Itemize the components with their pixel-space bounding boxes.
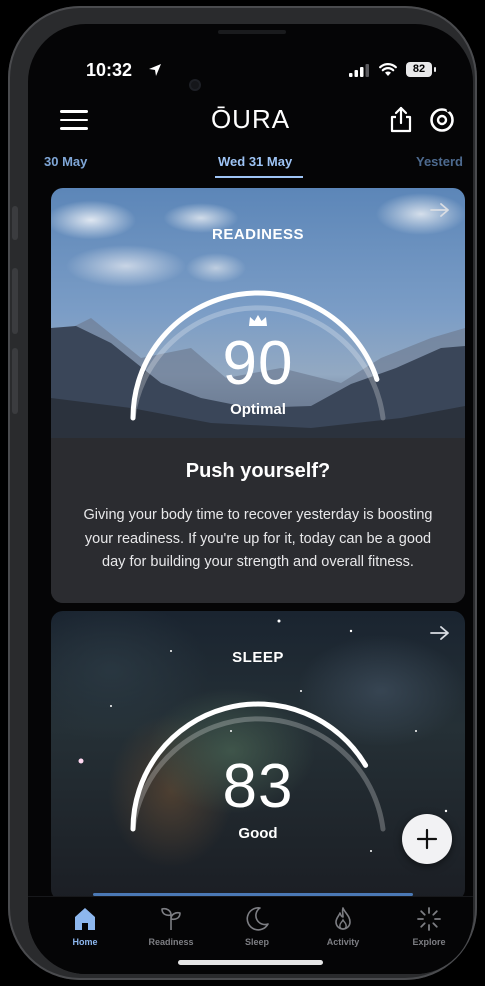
- tab-home[interactable]: Home: [50, 905, 120, 947]
- sparkle-icon: [417, 907, 441, 931]
- home-indicator: [178, 960, 323, 965]
- tab-sleep-label: Sleep: [244, 937, 269, 947]
- volume-down-button: [12, 348, 18, 414]
- readiness-score-label: Optimal: [230, 401, 286, 418]
- sleep-title: SLEEP: [232, 649, 284, 666]
- tab-activity[interactable]: Activity: [308, 905, 378, 947]
- location-arrow-icon: [149, 64, 161, 76]
- share-icon[interactable]: [388, 106, 414, 134]
- flame-icon: [335, 907, 351, 930]
- phone-frame: 10:32 82 ŌURA 30 May Wed 31 May Yesterd …: [8, 6, 477, 980]
- volume-up-button: [12, 268, 18, 334]
- readiness-card[interactable]: READINESS 90 Optimal Push yourself? Givi…: [51, 188, 465, 603]
- plus-icon: [416, 828, 438, 850]
- arrow-right-icon[interactable]: [429, 625, 451, 641]
- speaker-grille: [218, 30, 286, 34]
- date-tab-current[interactable]: Wed 31 May: [218, 154, 292, 169]
- tab-explore-label: Explore: [412, 937, 446, 947]
- tab-home-label: Home: [72, 937, 98, 947]
- crown-icon: [249, 315, 267, 326]
- date-tab-previous[interactable]: 30 May: [44, 154, 87, 169]
- arrow-right-icon[interactable]: [429, 202, 451, 218]
- moon-icon: [246, 907, 269, 931]
- date-selector: 30 May Wed 31 May Yesterd: [28, 152, 473, 182]
- date-tab-next[interactable]: Yesterd: [416, 154, 463, 169]
- date-tab-underline: [215, 176, 303, 178]
- scroll-progress-bar: [93, 893, 413, 896]
- status-time: 10:32: [86, 60, 133, 80]
- sleep-score: 83: [222, 752, 294, 821]
- tab-sleep[interactable]: Sleep: [222, 905, 292, 947]
- add-button[interactable]: [402, 814, 452, 864]
- tab-readiness[interactable]: Readiness: [136, 905, 206, 947]
- battery-indicator: 82: [406, 62, 436, 77]
- ring-icon[interactable]: [429, 107, 455, 133]
- readiness-score: 90: [222, 329, 294, 398]
- home-icon: [75, 908, 95, 930]
- readiness-headline: Push yourself?: [185, 460, 331, 482]
- sleep-card[interactable]: SLEEP 83 Good: [51, 611, 465, 901]
- readiness-description: Giving your body time to recover yesterd…: [83, 507, 433, 570]
- app-header: ŌURA: [28, 104, 473, 144]
- readiness-title: READINESS: [211, 226, 305, 243]
- action-button: [12, 206, 18, 240]
- readiness-icon: [161, 907, 181, 930]
- tab-explore[interactable]: Explore: [394, 905, 464, 947]
- tab-activity-label: Activity: [326, 937, 360, 947]
- wifi-icon: [379, 63, 397, 76]
- cellular-signal-icon: [349, 64, 369, 77]
- front-camera: [191, 81, 199, 89]
- screen: 10:32 82 ŌURA 30 May Wed 31 May Yesterd …: [28, 24, 473, 974]
- tab-readiness-label: Readiness: [148, 937, 194, 947]
- status-bar: 10:32 82: [28, 60, 473, 89]
